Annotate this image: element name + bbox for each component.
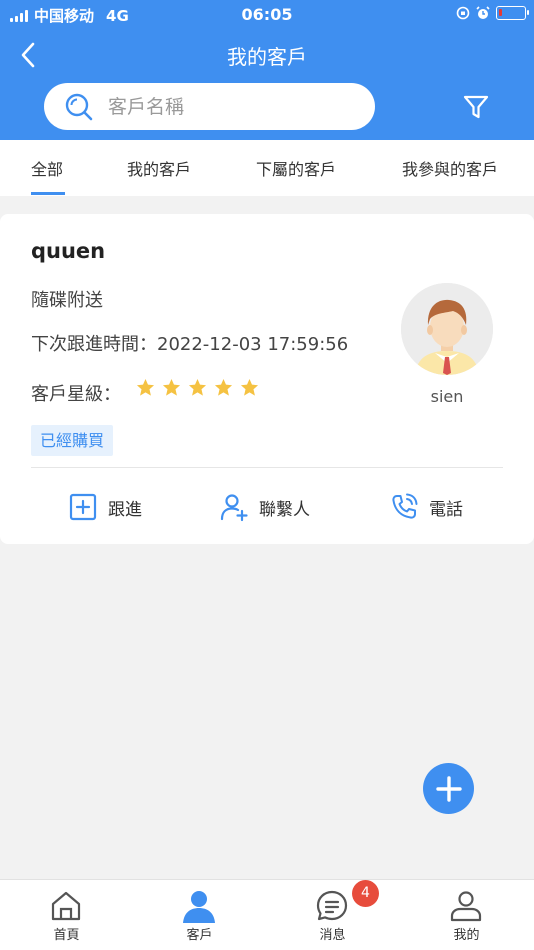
customer-card[interactable]: quuen 隨碟附送 下次跟進時間：2022-12-03 17:59:56 客戶… [0,214,534,544]
plus-icon [435,775,462,802]
home-icon [51,891,81,921]
tab-all[interactable]: 全部 [31,156,63,180]
bottom-nav: 首頁 客戶 消息 我的 [0,879,534,950]
nav-label-home: 首頁 [53,928,80,943]
status-bar: 中国移动 4G 06:05 [0,0,534,28]
nav-item-customers[interactable]: 客戶 [133,880,266,950]
tab-my-customers[interactable]: 我的客戶 [127,156,191,180]
search-input[interactable] [108,93,358,121]
nav-label-messages: 消息 [319,928,346,943]
filter-icon[interactable] [462,93,490,121]
next-followup: 下次跟進時間：2022-12-03 17:59:56 [31,330,348,356]
phone-icon [392,493,418,519]
next-followup-value: 2022-12-03 17:59:56 [157,334,349,355]
avatar-image [401,283,493,375]
status-right [456,6,529,20]
battery-icon [496,6,529,20]
add-contact-button[interactable]: 聯繫人 [219,490,310,524]
phone-label: 電話 [429,499,463,520]
nav-item-home[interactable]: 首頁 [0,880,133,950]
owner-name: sien [430,387,464,406]
message-count-badge: 4 [352,880,379,907]
next-followup-label: 下次跟進時間： [31,334,157,355]
status-time: 06:05 [241,5,293,24]
followup-label: 跟進 [108,499,142,520]
customer-icon [183,891,215,923]
rating-stars [136,378,259,397]
add-customer-button[interactable] [423,763,474,814]
add-square-icon [69,493,97,521]
star-icon [136,378,155,396]
star-icon [188,378,207,396]
star-icon [240,378,259,396]
search-bar[interactable] [44,83,375,130]
add-contact-label: 聯繫人 [259,499,310,520]
filter-tabs: 全部 我的客戶 下屬的客戶 我參與的客戶 [0,140,534,196]
orientation-lock-icon [456,6,470,20]
customer-name: quuen [31,239,106,263]
nav-label-customers: 客戶 [186,928,213,943]
nav-item-messages[interactable]: 消息 [266,880,399,950]
tab-participating-customers[interactable]: 我參與的客戶 [402,156,498,180]
star-icon [162,378,181,396]
header: 中国移动 4G 06:05 我的客戶 [0,0,534,140]
nav-item-me[interactable]: 我的 [400,880,533,950]
nav-label-me: 我的 [453,928,480,943]
followup-button[interactable]: 跟進 [68,490,142,524]
avatar[interactable] [401,283,493,375]
status-badge: 已經購買 [31,425,114,456]
star-icon [214,378,233,396]
tab-subordinate-customers[interactable]: 下屬的客戶 [256,156,336,180]
add-user-icon [220,494,248,522]
active-tab-indicator [31,192,65,195]
profile-icon [450,891,482,922]
card-divider [31,467,503,468]
page-title: 我的客戶 [227,45,307,69]
search-icon [65,93,93,121]
phone-button[interactable]: 電話 [389,490,463,524]
message-icon [316,890,348,921]
customer-note: 隨碟附送 [31,290,103,311]
alarm-icon [476,6,490,19]
rating-label: 客戶星級： [31,384,121,405]
